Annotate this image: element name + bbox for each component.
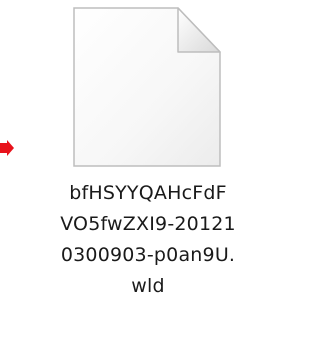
blank-document-icon <box>73 7 221 167</box>
red-arrow-icon <box>0 140 14 156</box>
file-name-line-2: VO5fwZXI9-20121 <box>60 213 236 235</box>
file-name-line-4: wld <box>131 275 165 297</box>
file-name-label: bfHSYYQAHcFdF VO5fwZXI9-20121 0300903-p0… <box>44 178 252 302</box>
file-name-line-1: bfHSYYQAHcFdF <box>69 182 227 204</box>
file-name-line-3: 0300903-p0an9U. <box>60 244 236 266</box>
desktop-area: bfHSYYQAHcFdF VO5fwZXI9-20121 0300903-p0… <box>0 0 252 338</box>
file-item[interactable]: bfHSYYQAHcFdF VO5fwZXI9-20121 0300903-p0… <box>44 0 252 338</box>
